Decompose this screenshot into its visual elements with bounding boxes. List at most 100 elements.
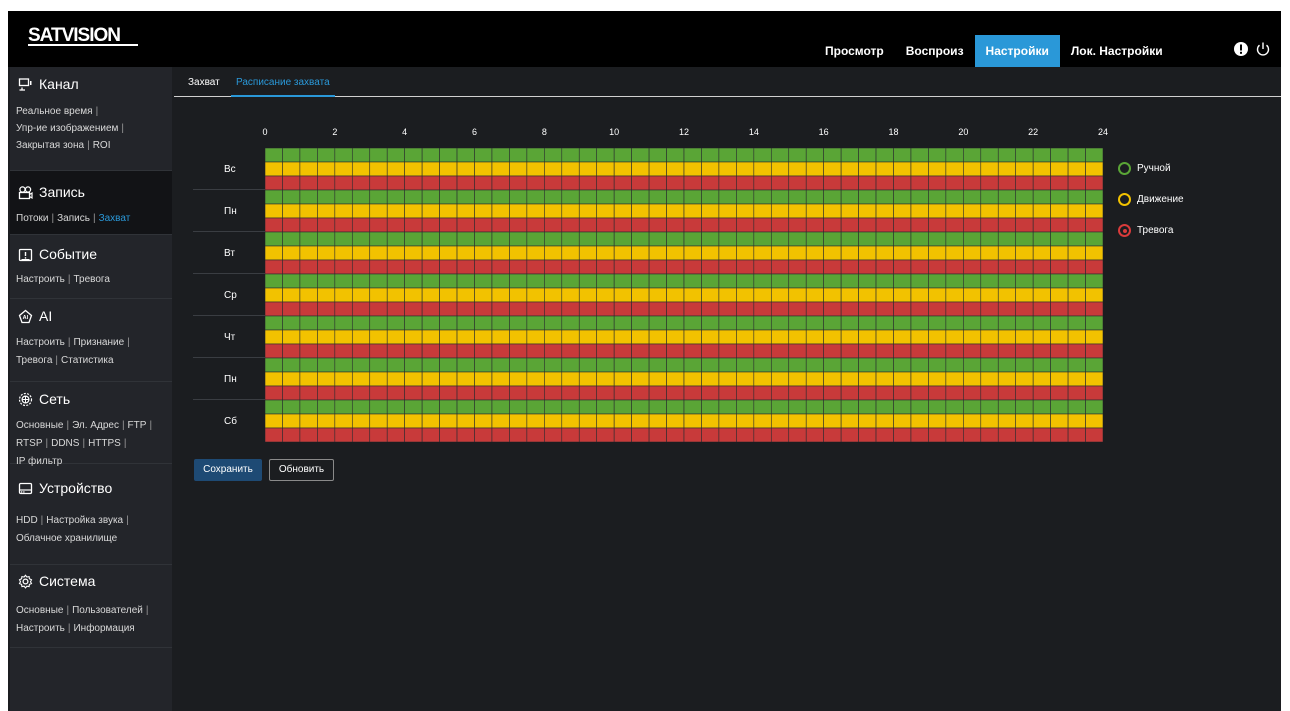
schedule-cell-ручной[interactable]	[439, 147, 458, 163]
schedule-cell-ручной[interactable]	[613, 231, 632, 247]
schedule-cell-тревога[interactable]	[1085, 217, 1104, 233]
schedule-cell-ручной[interactable]	[282, 273, 301, 289]
schedule-cell-тревога[interactable]	[596, 259, 615, 275]
schedule-cell-движение[interactable]	[823, 161, 842, 177]
schedule-cell-движение[interactable]	[561, 245, 580, 261]
schedule-cell-движение[interactable]	[474, 161, 493, 177]
schedule-cell-тревога[interactable]	[456, 427, 475, 443]
schedule-cell-ручной[interactable]	[875, 231, 894, 247]
schedule-cell-движение[interactable]	[648, 245, 667, 261]
schedule-cell-ручной[interactable]	[1032, 147, 1051, 163]
sidebar-link[interactable]: Статистика	[61, 355, 114, 366]
schedule-cell-ручной[interactable]	[1050, 357, 1069, 373]
schedule-cell-движение[interactable]	[439, 371, 458, 387]
schedule-cell-движение[interactable]	[334, 413, 353, 429]
schedule-cell-ручной[interactable]	[317, 315, 336, 331]
schedule-cell-ручной[interactable]	[1032, 315, 1051, 331]
schedule-cell-тревога[interactable]	[893, 217, 912, 233]
schedule-cell-движение[interactable]	[596, 161, 615, 177]
schedule-cell-ручной[interactable]	[997, 189, 1017, 205]
schedule-cell-ручной[interactable]	[334, 399, 353, 415]
schedule-cell-тревога[interactable]	[299, 427, 318, 443]
schedule-cell-движение[interactable]	[1085, 245, 1104, 261]
schedule-cell-тревога[interactable]	[613, 217, 632, 233]
sidebar-link[interactable]: Настроить	[16, 337, 65, 348]
schedule-cell-ручной[interactable]	[980, 399, 999, 415]
sidebar-link[interactable]: Тревога	[16, 355, 52, 366]
schedule-cell-движение[interactable]	[683, 413, 702, 429]
schedule-cell-ручной[interactable]	[648, 315, 667, 331]
schedule-cell-движение[interactable]	[805, 161, 824, 177]
schedule-cell-движение[interactable]	[264, 371, 283, 387]
schedule-cell-тревога[interactable]	[544, 217, 563, 233]
schedule-cell-ручной[interactable]	[613, 273, 632, 289]
schedule-cell-тревога[interactable]	[928, 217, 947, 233]
schedule-cell-ручной[interactable]	[805, 273, 824, 289]
schedule-cell-тревога[interactable]	[456, 217, 475, 233]
schedule-cell-ручной[interactable]	[893, 399, 912, 415]
schedule-cell-ручной[interactable]	[1085, 147, 1104, 163]
schedule-cell-движение[interactable]	[963, 203, 982, 219]
schedule-cell-движение[interactable]	[701, 203, 720, 219]
schedule-cell-ручной[interactable]	[421, 189, 440, 205]
schedule-cell-ручной[interactable]	[1015, 147, 1034, 163]
schedule-cell-движение[interactable]	[980, 413, 999, 429]
schedule-cell-ручной[interactable]	[1067, 147, 1086, 163]
schedule-cell-ручной[interactable]	[770, 231, 790, 247]
schedule-cell-тревога[interactable]	[753, 259, 772, 275]
schedule-cell-движение[interactable]	[404, 413, 423, 429]
sidebar-link[interactable]: Эл. Адрес	[72, 420, 119, 431]
schedule-cell-движение[interactable]	[439, 161, 458, 177]
schedule-cell-ручной[interactable]	[963, 399, 982, 415]
schedule-cell-движение[interactable]	[928, 329, 947, 345]
schedule-cell-тревога[interactable]	[561, 217, 580, 233]
schedule-cell-ручной[interactable]	[666, 231, 685, 247]
schedule-cell-движение[interactable]	[509, 371, 528, 387]
schedule-cell-тревога[interactable]	[561, 385, 580, 401]
schedule-cell-движение[interactable]	[1085, 413, 1104, 429]
schedule-cell-движение[interactable]	[526, 371, 545, 387]
schedule-cell-движение[interactable]	[264, 245, 283, 261]
schedule-cell-тревога[interactable]	[421, 259, 440, 275]
schedule-cell-движение[interactable]	[561, 161, 580, 177]
schedule-cell-движение[interactable]	[928, 203, 947, 219]
schedule-cell-движение[interactable]	[386, 329, 405, 345]
schedule-cell-тревога[interactable]	[875, 259, 894, 275]
schedule-cell-ручной[interactable]	[386, 357, 405, 373]
sidebar-heading-1[interactable]: Запись	[18, 184, 85, 200]
schedule-cell-ручной[interactable]	[840, 399, 859, 415]
schedule-cell-ручной[interactable]	[386, 189, 405, 205]
schedule-cell-ручной[interactable]	[264, 315, 283, 331]
schedule-cell-движение[interactable]	[317, 371, 336, 387]
schedule-cell-тревога[interactable]	[648, 301, 667, 317]
schedule-cell-движение[interactable]	[526, 203, 545, 219]
schedule-cell-ручной[interactable]	[474, 189, 493, 205]
schedule-cell-тревога[interactable]	[264, 301, 283, 317]
schedule-cell-движение[interactable]	[980, 329, 999, 345]
schedule-cell-движение[interactable]	[404, 245, 423, 261]
schedule-cell-движение[interactable]	[823, 371, 842, 387]
schedule-cell-тревога[interactable]	[683, 259, 702, 275]
schedule-cell-тревога[interactable]	[491, 259, 510, 275]
schedule-cell-движение[interactable]	[997, 371, 1017, 387]
schedule-cell-ручной[interactable]	[456, 231, 475, 247]
schedule-cell-тревога[interactable]	[334, 301, 353, 317]
schedule-cell-ручной[interactable]	[963, 273, 982, 289]
schedule-cell-ручной[interactable]	[666, 399, 685, 415]
schedule-cell-ручной[interactable]	[317, 231, 336, 247]
schedule-cell-тревога[interactable]	[823, 343, 842, 359]
schedule-cell-тревога[interactable]	[596, 343, 615, 359]
schedule-cell-движение[interactable]	[980, 287, 999, 303]
schedule-cell-тревога[interactable]	[421, 343, 440, 359]
schedule-cell-движение[interactable]	[736, 245, 755, 261]
schedule-cell-ручной[interactable]	[753, 357, 772, 373]
schedule-cell-тревога[interactable]	[997, 301, 1017, 317]
schedule-cell-тревога[interactable]	[1032, 259, 1051, 275]
schedule-cell-тревога[interactable]	[386, 343, 405, 359]
schedule-cell-ручной[interactable]	[823, 147, 842, 163]
schedule-cell-тревога[interactable]	[282, 217, 301, 233]
schedule-cell-тревога[interactable]	[945, 301, 964, 317]
schedule-cell-движение[interactable]	[613, 203, 632, 219]
schedule-cell-движение[interactable]	[805, 245, 824, 261]
schedule-cell-ручной[interactable]	[683, 399, 702, 415]
